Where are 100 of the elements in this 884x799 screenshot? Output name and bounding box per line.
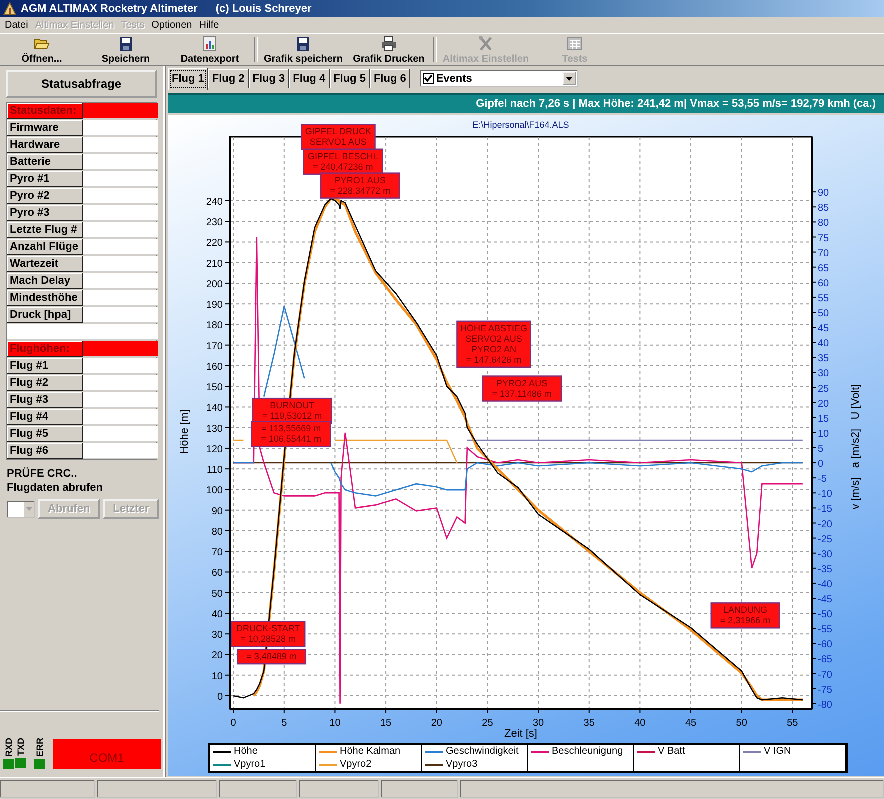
annotation: GIPFEL BESCHL = 240,47236 m (308, 151, 378, 172)
legend-label: Vpyro3 (446, 759, 478, 770)
row-label: Druck [hpa] (7, 307, 83, 323)
tick-label: 180 (206, 320, 223, 332)
window-title: AGM ALTIMAX Rocketry Altimeter (21, 2, 198, 14)
row-label: Mach Delay (7, 273, 83, 289)
tick-label: 5 (818, 444, 824, 455)
tick-label: 15 (818, 414, 830, 425)
annotation: DRUCK-START = 10,28528 m (236, 624, 301, 644)
tick-label: -75 (818, 684, 832, 696)
toolbar-button[interactable]: Speichern (84, 34, 168, 65)
tick-label: 100 (206, 486, 223, 497)
tick-label: 20 (212, 650, 223, 662)
toolbar-button[interactable]: Datenexport (168, 34, 252, 65)
tick-label: 55 (787, 718, 798, 729)
annotation: = 113,55669 m = 106,55441 m (261, 424, 322, 444)
tick-label: -5 (818, 474, 827, 486)
tick-label: 70 (818, 248, 830, 260)
tick-label: 20 (431, 718, 442, 729)
window-subtitle: (c) Louis Schreyer (216, 2, 312, 14)
tab[interactable]: Flug 3 (248, 69, 290, 88)
tick-label: 45 (685, 718, 697, 729)
legend-label: Höhe (234, 746, 258, 757)
section-header: Statusdaten: (7, 103, 83, 119)
tick-label: 170 (206, 341, 223, 352)
tick-label: 40 (212, 610, 223, 620)
row-label: Pyro #2 (7, 188, 83, 204)
tick-label: 45 (818, 324, 830, 335)
status-query-button[interactable]: Statusabfrage (6, 70, 157, 98)
event-label: BURNOUT = 119,53012 m (252, 398, 332, 424)
legend-label: Vpyro2 (340, 759, 372, 770)
tick-label: 25 (482, 718, 494, 729)
tick-label: 240 (206, 196, 223, 208)
tick-label: -65 (818, 654, 832, 666)
port-status: COM1 (53, 739, 161, 769)
tick-label: -10 (818, 489, 832, 500)
tick-label: 30 (532, 718, 544, 729)
tick-label: 120 (206, 444, 223, 456)
event-label: GIPFEL DRUCK SERVO1 AUS (301, 124, 376, 150)
tick-label: -80 (818, 700, 832, 711)
legend-label: Vpyro1 (234, 759, 266, 770)
tick-label: 35 (584, 718, 595, 729)
row-label: Pyro #3 (7, 205, 83, 221)
row-label: Firmware (7, 120, 83, 136)
row-label: Letzte Flug # (7, 222, 83, 238)
annotation: PYRO1 AUS = 228,34772 m (330, 175, 391, 196)
legend-label: V Batt (658, 746, 686, 757)
tick-label: 50 (736, 718, 748, 729)
axis-title: Höhe [m] (179, 410, 191, 454)
tick-label: -60 (818, 640, 832, 651)
crc-status-text: PRÜFE CRC.. (7, 468, 78, 480)
tick-label: 160 (206, 362, 223, 373)
tab[interactable]: Flug 5 (330, 69, 370, 88)
axis-title: v [m/s] a [m/s2] U [Volt] (850, 384, 862, 510)
tab[interactable]: Flug 4 (289, 69, 330, 88)
toolbar-button[interactable]: Öffnen... (0, 34, 84, 65)
event-label: LANDUNG = 2,31966 m (710, 602, 780, 629)
tick-label: 10 (818, 428, 830, 440)
row-label: Flug #3 (7, 392, 83, 408)
tick-label: 220 (206, 238, 223, 250)
events-dropdown[interactable]: Events (420, 70, 578, 87)
annotation: PYRO2 AUS = 137,11486 m (492, 378, 552, 399)
toolbar-button[interactable]: Grafik speichern (260, 34, 347, 65)
tick-label: 30 (212, 630, 223, 642)
tick-label: -25 (818, 534, 832, 546)
row-label: Batterie (7, 154, 83, 170)
tick-label: -40 (818, 579, 832, 590)
tick-label: 150 (206, 382, 223, 394)
row-label: Pyro #1 (7, 171, 83, 187)
annotation: LANDUNG = 2,31966 m (720, 605, 771, 626)
tick-label: 0 (230, 718, 236, 729)
tick-label: 130 (206, 424, 223, 435)
row-label: Flug #1 (7, 358, 83, 374)
menu-item[interactable]: Datei (4, 20, 34, 31)
tab[interactable]: Flug 1 (168, 68, 208, 90)
chart-title: E:\Hipersonal\F164.ALS (472, 120, 570, 130)
toolbar-button[interactable]: Grafik Drucken (346, 34, 431, 65)
annotation: = 3,48489 m (246, 652, 297, 662)
menu-item[interactable]: Optionen (150, 20, 198, 31)
legend-label: Geschwindigkeit (446, 746, 519, 757)
tick-label: 50 (212, 588, 223, 600)
tick-label: 0 (217, 692, 223, 703)
tick-label: 190 (206, 300, 223, 312)
axis-title: Zeit [s] (504, 728, 538, 740)
tick-label: -30 (818, 549, 832, 560)
tick-label: 40 (818, 338, 830, 350)
event-label: DRUCK-START = 10,28528 m (230, 621, 306, 648)
tick-label: -55 (818, 624, 832, 636)
row-label: Hardware (7, 137, 83, 153)
tick-label: 55 (818, 293, 830, 304)
tab[interactable]: Flug 2 (208, 69, 249, 88)
event-label: PYRO1 AUS = 228,34772 m (320, 172, 400, 199)
tick-label: 80 (212, 526, 223, 538)
tick-label: 40 (634, 718, 646, 729)
summary-banner: Gipfel nach 7,26 s | Max Höhe: 241,42 m| Vmax = 53,55 m/s= 192,79 kmh (ca.) (168, 93, 884, 113)
tick-label: 50 (818, 308, 830, 320)
tab[interactable]: Flug 6 (370, 69, 410, 88)
tick-label: 90 (212, 506, 223, 518)
tick-label: 20 (818, 398, 830, 410)
menu-item[interactable]: Hilfe (198, 20, 226, 31)
